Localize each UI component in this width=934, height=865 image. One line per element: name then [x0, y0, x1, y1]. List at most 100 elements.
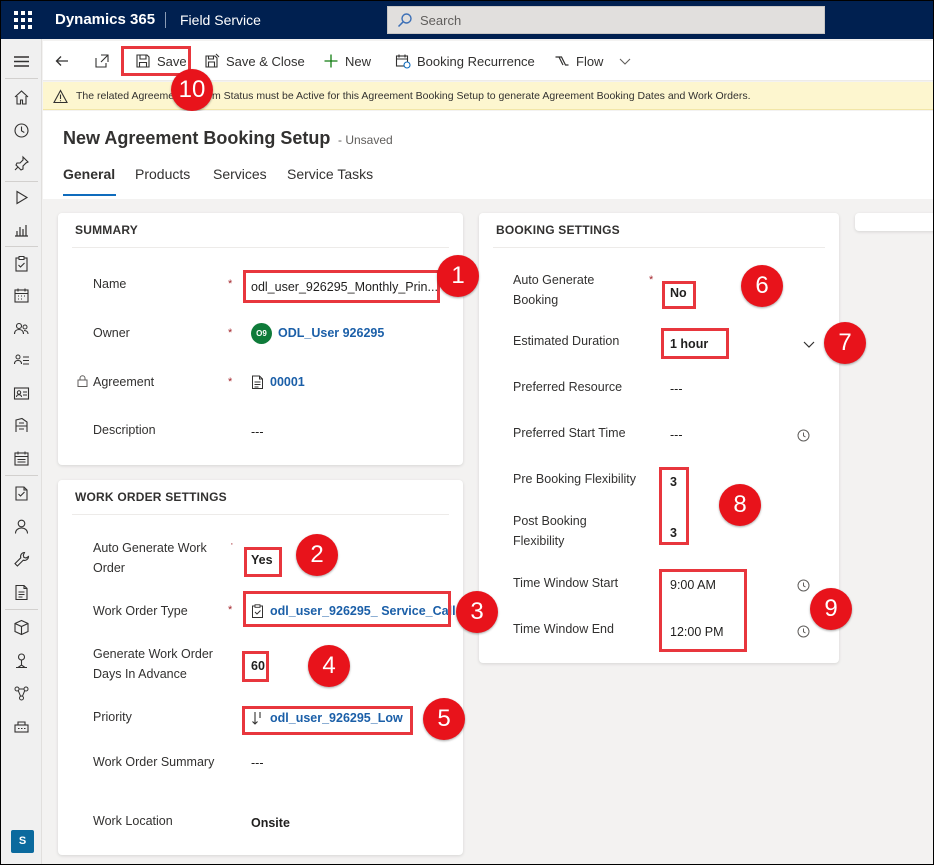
menu-icon[interactable] — [13, 53, 30, 70]
home-icon[interactable] — [13, 89, 30, 106]
play-icon[interactable] — [13, 189, 30, 206]
settings-panel-icon[interactable] — [13, 718, 30, 735]
calendar-icon[interactable] — [13, 287, 30, 304]
booking-recurrence-button[interactable]: Booking Recurrence — [395, 51, 535, 71]
booking-icon[interactable] — [13, 485, 30, 502]
search-icon — [397, 12, 413, 28]
area-switcher[interactable]: S — [11, 830, 34, 853]
agreement-icon[interactable] — [13, 255, 30, 272]
report-icon[interactable] — [13, 584, 30, 601]
auto-generate-booking-highlight — [662, 281, 696, 309]
callout-badge-4: 4 — [308, 645, 350, 687]
description-field[interactable]: --- — [251, 425, 264, 439]
clock-icon[interactable] — [797, 625, 810, 638]
page-title: New Agreement Booking Setup — [63, 128, 331, 148]
app-window: Dynamics 365 Field Service Search S Save… — [0, 0, 934, 865]
callout-badge-5: 5 — [423, 698, 465, 740]
callout-badge-3: 3 — [456, 591, 498, 633]
divider — [5, 609, 38, 610]
back-button[interactable] — [54, 51, 70, 71]
tab-services[interactable]: Services — [213, 166, 267, 182]
module-name[interactable]: Field Service — [180, 12, 261, 28]
warning-icon — [53, 89, 68, 104]
flow-label: Flow — [576, 53, 604, 69]
name-label: Name — [93, 277, 127, 291]
section-title: WORK ORDER SETTINGS — [75, 490, 227, 504]
agreement-link[interactable]: 00001 — [270, 375, 305, 389]
callout-badge-9: 9 — [810, 588, 852, 630]
tab-service-tasks[interactable]: Service Tasks — [287, 166, 373, 182]
left-navigation: S — [1, 39, 42, 864]
callout-badge-2: 2 — [296, 534, 338, 576]
days-in-advance-label: Generate Work Order Days In Advance — [93, 647, 213, 681]
new-label: New — [345, 53, 372, 69]
owner-label: Owner — [93, 326, 130, 340]
tab-general[interactable]: General — [63, 166, 115, 182]
app-name[interactable]: Dynamics 365 — [55, 11, 155, 28]
chevron-down-icon[interactable] — [617, 53, 633, 69]
agreement-label: Agreement — [93, 375, 155, 389]
preferred-resource-label: Preferred Resource — [513, 380, 623, 394]
divider — [5, 181, 38, 182]
required-marker: * — [228, 604, 233, 616]
list-icon[interactable] — [13, 352, 30, 369]
app-launcher-icon[interactable] — [14, 11, 32, 29]
work-location-label: Work Location — [93, 814, 173, 828]
owner-field[interactable]: O9 ODL_User 926295 — [251, 323, 384, 344]
plus-icon — [323, 53, 339, 69]
lock-icon — [77, 375, 88, 387]
wrench-icon[interactable] — [13, 551, 30, 568]
clock-icon[interactable] — [797, 429, 810, 442]
priority-highlight — [242, 706, 413, 735]
search-input[interactable]: Search — [387, 6, 825, 34]
divider — [72, 247, 449, 248]
time-window-end-label: Time Window End — [513, 622, 614, 636]
save-and-close-button[interactable]: Save & Close — [204, 51, 305, 71]
work-location-field[interactable]: Onsite — [251, 816, 290, 830]
active-tab-indicator — [63, 194, 116, 196]
work-order-summary-field[interactable]: --- — [251, 756, 264, 770]
pin-icon[interactable] — [13, 155, 30, 172]
divider — [5, 78, 38, 79]
required-marker: * — [228, 376, 233, 388]
preferred-resource-field[interactable]: --- — [670, 382, 683, 396]
work-order-icon[interactable] — [13, 417, 30, 434]
resources-icon[interactable] — [13, 320, 30, 337]
priority-label: Priority — [93, 710, 132, 724]
location-pin-icon[interactable] — [13, 652, 30, 669]
open-new-window-button[interactable] — [94, 51, 110, 71]
time-window-start-label: Time Window Start — [513, 576, 619, 590]
days-in-advance-highlight — [242, 651, 269, 682]
person-icon[interactable] — [13, 518, 30, 535]
chevron-down-icon[interactable] — [802, 337, 816, 351]
search-placeholder: Search — [420, 13, 462, 28]
work-order-summary-label: Work Order Summary — [93, 755, 215, 769]
schedule-icon[interactable] — [13, 450, 30, 467]
auto-generate-booking-label: Auto Generate Booking — [513, 273, 595, 307]
record-header: New Agreement Booking Setup - Unsaved Ge… — [43, 111, 933, 199]
dashboard-icon[interactable] — [13, 222, 30, 239]
required-marker: * — [228, 327, 233, 339]
section-title: BOOKING SETTINGS — [496, 223, 620, 237]
recurrence-icon — [395, 53, 411, 69]
callout-badge-10-overlay: 10 — [171, 69, 213, 111]
time-window-highlight — [659, 569, 747, 652]
clock-icon[interactable] — [797, 579, 810, 592]
new-button[interactable]: New — [323, 51, 371, 71]
auto-generate-work-order-label: Auto Generate Work Order — [93, 541, 207, 575]
network-icon[interactable] — [13, 685, 30, 702]
flow-icon — [554, 53, 570, 69]
owner-link[interactable]: ODL_User 926295 — [278, 326, 384, 340]
open-in-new-window-icon — [94, 53, 110, 69]
preferred-start-time-field[interactable]: --- — [670, 428, 683, 442]
divider — [5, 475, 38, 476]
tab-products[interactable]: Products — [135, 166, 190, 182]
inventory-icon[interactable] — [13, 619, 30, 636]
section-title: SUMMARY — [75, 223, 138, 237]
contact-card-icon[interactable] — [13, 385, 30, 402]
agreement-field[interactable]: 00001 — [251, 375, 305, 389]
flow-button[interactable]: Flow — [554, 51, 633, 71]
recent-icon[interactable] — [13, 122, 30, 139]
required-marker: * — [228, 278, 233, 290]
booking-recurrence-label: Booking Recurrence — [417, 53, 535, 69]
